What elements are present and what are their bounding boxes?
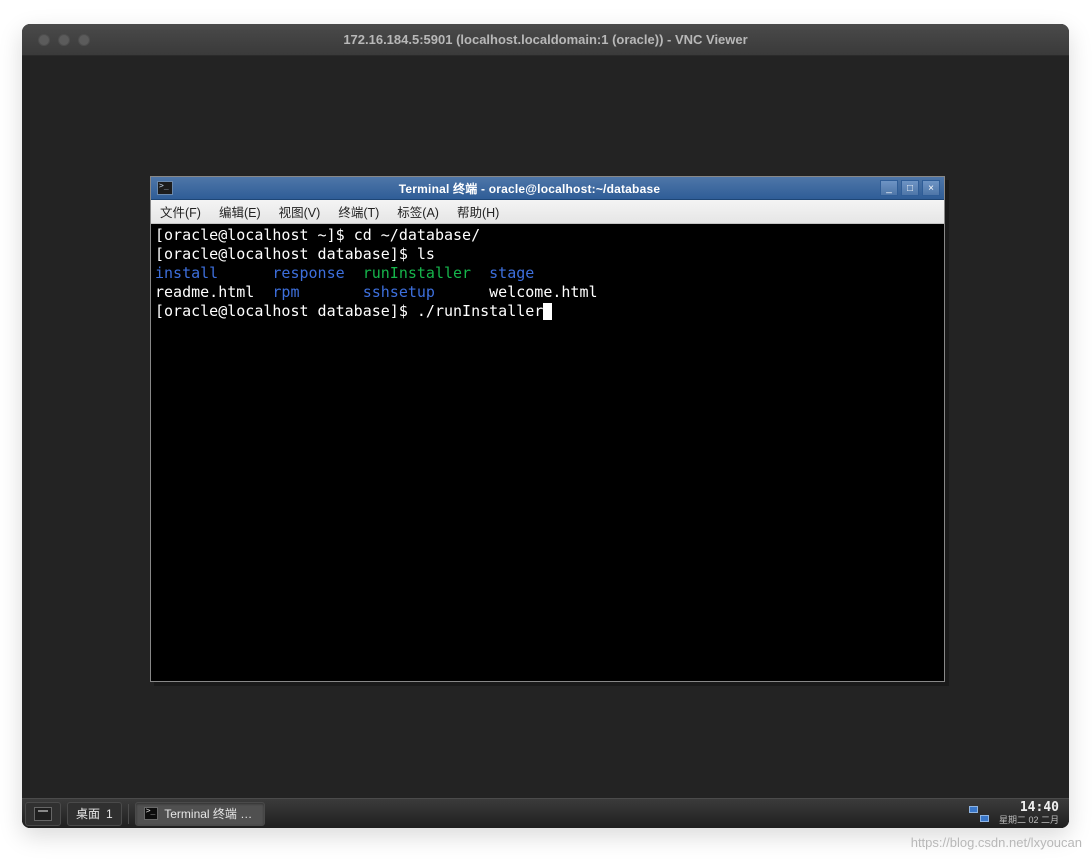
taskbar-separator	[128, 804, 129, 824]
command-cd: cd ~/database/	[354, 226, 480, 244]
task-label: Terminal 终端 - o…	[164, 805, 255, 822]
terminal-icon	[157, 181, 173, 195]
mac-traffic-lights	[22, 34, 90, 46]
workspace-number: 1	[106, 807, 113, 821]
menu-terminal[interactable]: 终端(T)	[329, 200, 388, 223]
terminal-window-title: Terminal 终端 - oracle@localhost:~/databas…	[179, 180, 880, 197]
command-ls: ls	[417, 245, 435, 263]
ls-file-welcome: welcome.html	[489, 283, 597, 301]
ls-dir-sshsetup: sshsetup	[363, 283, 435, 301]
terminal-window: Terminal 终端 - oracle@localhost:~/databas…	[150, 176, 945, 682]
vnc-viewer-window: 172.16.184.5:5901 (localhost.localdomain…	[22, 24, 1069, 828]
prompt: [oracle@localhost database]$	[155, 245, 417, 263]
maximize-button[interactable]: □	[901, 180, 919, 196]
ls-dir-rpm: rpm	[272, 283, 299, 301]
workspace-switcher[interactable]: 桌面 1	[67, 802, 122, 826]
taskbar-task-terminal[interactable]: Terminal 终端 - o…	[135, 802, 265, 826]
menu-file[interactable]: 文件(F)	[151, 200, 210, 223]
prompt: [oracle@localhost ~]$	[155, 226, 354, 244]
ls-dir-response: response	[272, 264, 344, 282]
mac-close-button[interactable]	[38, 34, 50, 46]
ls-dir-stage: stage	[489, 264, 534, 282]
taskbar-left: 桌面 1 Terminal 终端 - o…	[22, 799, 268, 828]
window-controls: _ □ ×	[880, 180, 944, 196]
menu-tabs[interactable]: 标签(A)	[388, 200, 448, 223]
mac-titlebar[interactable]: 172.16.184.5:5901 (localhost.localdomain…	[22, 24, 1069, 56]
show-desktop-button[interactable]	[25, 802, 61, 826]
prompt: [oracle@localhost database]$	[155, 302, 417, 320]
close-button[interactable]: ×	[922, 180, 940, 196]
watermark: https://blog.csdn.net/lxyoucan	[911, 835, 1082, 850]
clock-time: 14:40	[999, 802, 1059, 814]
workspace-label: 桌面	[76, 805, 100, 822]
ls-file-readme: readme.html	[155, 283, 254, 301]
menu-view[interactable]: 视图(V)	[270, 200, 330, 223]
clock-date: 星期二 02 二月	[999, 814, 1059, 826]
mac-window-title: 172.16.184.5:5901 (localhost.localdomain…	[22, 32, 1069, 47]
taskbar-clock[interactable]: 14:40 星期二 02 二月	[999, 802, 1059, 826]
minimize-button[interactable]: _	[880, 180, 898, 196]
linux-taskbar: 桌面 1 Terminal 终端 - o… 14:40 星期二 02 二月	[22, 798, 1069, 828]
mac-zoom-button[interactable]	[78, 34, 90, 46]
ls-dir-install: install	[155, 264, 218, 282]
terminal-cursor	[543, 303, 552, 320]
mac-minimize-button[interactable]	[58, 34, 70, 46]
terminal-icon	[144, 807, 159, 820]
terminal-body[interactable]: [oracle@localhost ~]$ cd ~/database/ [or…	[151, 224, 944, 681]
desktop-icon	[34, 807, 52, 821]
menu-edit[interactable]: 编辑(E)	[210, 200, 270, 223]
vnc-remote-desktop[interactable]: Terminal 终端 - oracle@localhost:~/databas…	[22, 56, 1069, 828]
terminal-titlebar[interactable]: Terminal 终端 - oracle@localhost:~/databas…	[151, 177, 944, 200]
network-icon[interactable]	[969, 806, 989, 822]
command-runinstaller: ./runInstaller	[417, 302, 543, 320]
menu-help[interactable]: 帮助(H)	[448, 200, 508, 223]
taskbar-tray: 14:40 星期二 02 二月	[969, 802, 1069, 826]
terminal-menubar: 文件(F) 编辑(E) 视图(V) 终端(T) 标签(A) 帮助(H)	[151, 200, 944, 224]
ls-exec-runinstaller: runInstaller	[363, 264, 471, 282]
